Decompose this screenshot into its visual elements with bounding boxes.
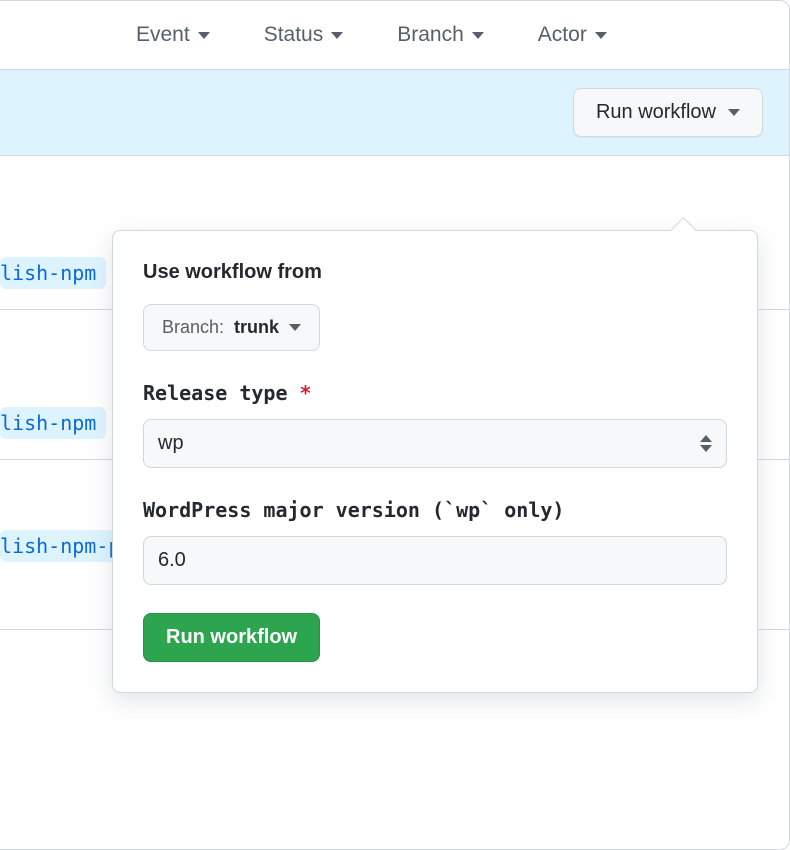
filter-event-label: Event bbox=[136, 23, 190, 47]
filter-event[interactable]: Event bbox=[136, 23, 210, 47]
branch-value: trunk bbox=[234, 317, 279, 338]
release-type-label-text: Release type bbox=[143, 381, 288, 405]
caret-down-icon bbox=[331, 32, 343, 39]
filter-actor-label: Actor bbox=[538, 23, 587, 47]
wp-version-input[interactable] bbox=[143, 536, 727, 585]
sort-icon bbox=[700, 435, 712, 452]
caret-down-icon bbox=[595, 32, 607, 39]
filter-branch-label: Branch bbox=[397, 23, 464, 47]
filter-actor[interactable]: Actor bbox=[538, 23, 607, 47]
wp-version-label: WordPress major version (`wp` only) bbox=[143, 498, 727, 522]
release-type-label: Release type * bbox=[143, 381, 727, 405]
run-workflow-label: Run workflow bbox=[596, 101, 716, 124]
run-workflow-dropdown[interactable]: Run workflow bbox=[573, 88, 763, 137]
release-type-select[interactable]: wp bbox=[143, 419, 727, 468]
filter-branch[interactable]: Branch bbox=[397, 23, 484, 47]
caret-down-icon bbox=[289, 324, 301, 331]
branch-pill[interactable]: lish-npm bbox=[0, 407, 106, 439]
filter-status-label: Status bbox=[264, 23, 324, 47]
branch-prefix: Branch: bbox=[162, 317, 224, 338]
branch-selector[interactable]: Branch: trunk bbox=[143, 304, 320, 351]
popover-title: Use workflow from bbox=[143, 261, 727, 284]
required-asterisk: * bbox=[300, 381, 312, 405]
caret-down-icon bbox=[472, 32, 484, 39]
workflow-dispatch-banner: Run workflow bbox=[0, 70, 789, 156]
run-workflow-popover: Use workflow from Branch: trunk Release … bbox=[112, 230, 758, 693]
run-workflow-submit[interactable]: Run workflow bbox=[143, 613, 320, 662]
caret-down-icon bbox=[728, 109, 740, 116]
release-type-value: wp bbox=[158, 432, 184, 455]
run-workflow-submit-label: Run workflow bbox=[166, 626, 297, 649]
branch-pill[interactable]: lish-npm bbox=[0, 257, 106, 289]
filter-bar: Event Status Branch Actor bbox=[0, 1, 789, 70]
caret-down-icon bbox=[198, 32, 210, 39]
filter-status[interactable]: Status bbox=[264, 23, 344, 47]
